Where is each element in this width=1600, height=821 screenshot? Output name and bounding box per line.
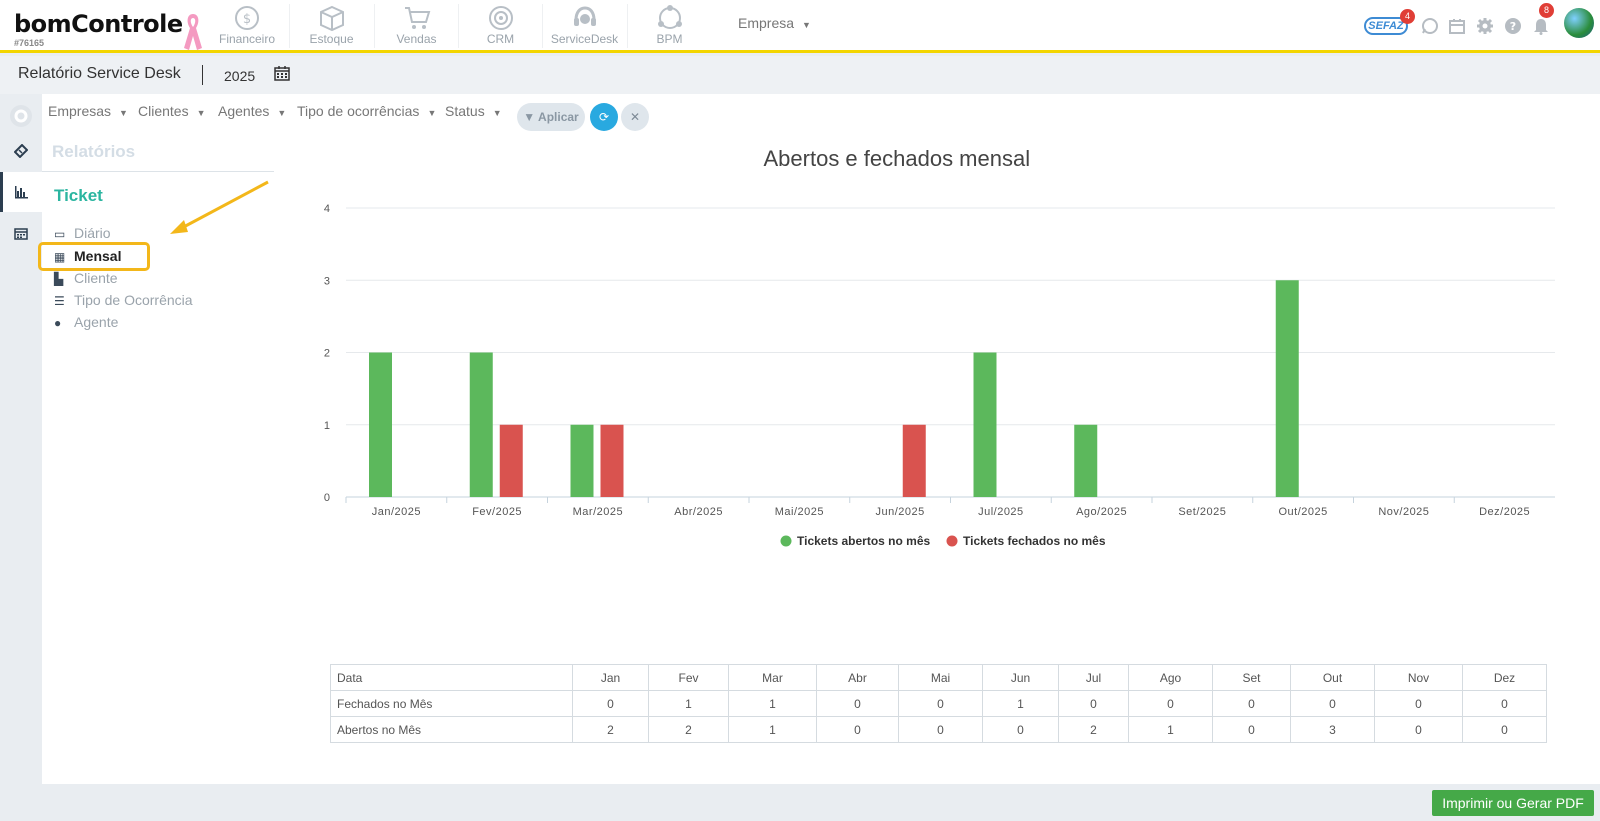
x-tick-label: Mai/2025	[775, 506, 824, 518]
y-tick-label: 2	[324, 348, 330, 360]
x-tick-label: Mar/2025	[573, 506, 623, 518]
table-cell: 0	[816, 690, 899, 717]
table-cell: 0	[898, 716, 983, 743]
table-cell: Out	[1290, 664, 1375, 691]
table-cell: 1	[728, 716, 817, 743]
table-cell: 0	[1212, 690, 1291, 717]
legend-label: Tickets abertos no mês	[797, 534, 930, 548]
bar-abertos	[1074, 424, 1098, 497]
table-cell: 0	[1462, 716, 1547, 743]
table-cell: Ago	[1128, 664, 1213, 691]
bar-fechados	[499, 424, 523, 497]
table-cell: Dez	[1462, 664, 1547, 691]
row-label: Data	[330, 664, 573, 691]
table-cell: 2	[1058, 716, 1129, 743]
table-cell: 0	[898, 690, 983, 717]
table-cell: 0	[1058, 690, 1129, 717]
x-tick-label: Dez/2025	[1479, 506, 1530, 518]
table-cell: Fev	[648, 664, 729, 691]
table-cell: 0	[982, 716, 1059, 743]
table-cell: 1	[982, 690, 1059, 717]
data-table: Data Jan Fev Mar Abr Mai Jun Jul Ago Set Out Nov Dez…	[330, 664, 1547, 743]
table-cell: 0	[1128, 690, 1213, 717]
table-cell: Jun	[982, 664, 1059, 691]
x-tick-label: Fev/2025	[472, 506, 522, 518]
x-tick-label: Jul/2025	[978, 506, 1024, 518]
table-row: Fechados no Mês 0 1 1 0 0 1 0 0 0 0 0 0	[330, 690, 1547, 717]
table-cell: 0	[816, 716, 899, 743]
table-cell: 0	[1462, 690, 1547, 717]
x-tick-label: Ago/2025	[1076, 506, 1127, 518]
bar-chart: 0 1 2 3 4 Jan/2025 Fev/2025 Mar/2025 Abr/2025 Mai…	[324, 203, 1555, 548]
table-row: Abertos no Mês 2 2 1 0 0 0 2 1 0 3 0 0	[330, 716, 1547, 743]
table-header-row: Data Jan Fev Mar Abr Mai Jun Jul Ago Set Out Nov Dez	[330, 664, 1547, 691]
x-tick-label: Jun/2025	[875, 506, 924, 518]
table-cell: Mar	[728, 664, 817, 691]
table-cell: Jul	[1058, 664, 1129, 691]
y-tick-label: 0	[324, 492, 330, 504]
table-cell: 1	[1128, 716, 1213, 743]
print-pdf-button[interactable]: Imprimir ou Gerar PDF	[1432, 790, 1594, 816]
bar-abertos	[369, 352, 392, 497]
legend-marker	[780, 535, 792, 547]
legend-marker	[946, 535, 958, 547]
x-tick-label: Out/2025	[1278, 506, 1327, 518]
y-tick-label: 4	[324, 203, 330, 215]
table-cell: Jan	[572, 664, 649, 691]
table-cell: Nov	[1374, 664, 1463, 691]
x-tick-label: Nov/2025	[1378, 506, 1429, 518]
table-cell: 1	[648, 690, 729, 717]
table-cell: 0	[1290, 690, 1375, 717]
table-cell: Set	[1212, 664, 1291, 691]
x-tick-label: Set/2025	[1178, 506, 1226, 518]
bar-abertos	[570, 424, 594, 497]
row-label: Abertos no Mês	[330, 716, 573, 743]
table-cell: 1	[728, 690, 817, 717]
table-cell: 2	[572, 716, 649, 743]
table-cell: Mai	[898, 664, 983, 691]
table-cell: 0	[1374, 690, 1463, 717]
bar-abertos	[1275, 280, 1299, 497]
y-tick-label: 3	[324, 275, 330, 287]
bar-abertos	[973, 352, 997, 497]
table-cell: 2	[648, 716, 729, 743]
x-tick-label: Abr/2025	[674, 506, 723, 518]
table-cell: Abr	[816, 664, 899, 691]
row-label: Fechados no Mês	[330, 690, 573, 717]
table-cell: 0	[1374, 716, 1463, 743]
legend-label: Tickets fechados no mês	[963, 534, 1106, 548]
bar-abertos	[469, 352, 493, 497]
x-tick-label: Jan/2025	[372, 506, 421, 518]
table-cell: 3	[1290, 716, 1375, 743]
table-cell: 0	[572, 690, 649, 717]
table-cell: 0	[1212, 716, 1291, 743]
bar-fechados	[600, 424, 624, 497]
y-tick-label: 1	[324, 420, 330, 432]
bar-fechados	[902, 424, 926, 497]
